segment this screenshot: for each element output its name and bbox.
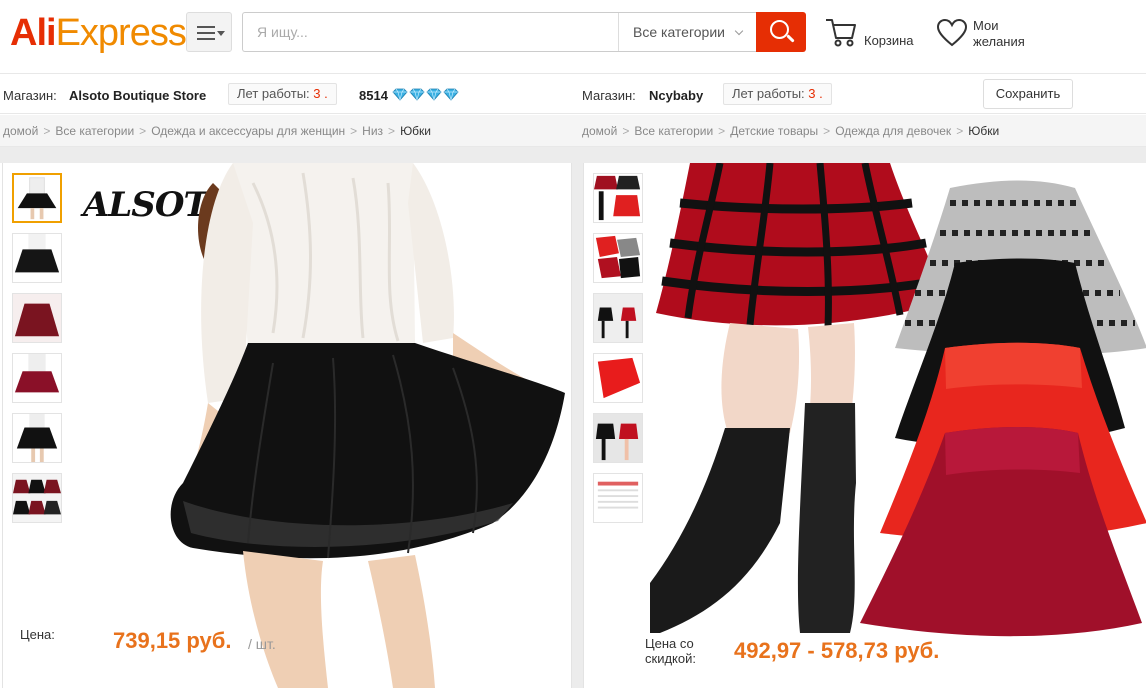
- cart-icon: [826, 19, 856, 47]
- left-product-main-image[interactable]: [153, 163, 572, 688]
- product-thumbnail[interactable]: [12, 473, 62, 523]
- right-store-years-badge: Лет работы: 3 .: [723, 83, 832, 105]
- store-info-bar: Магазин: Alsoto Boutique Store Лет работ…: [0, 74, 1146, 114]
- aliexpress-logo[interactable]: AliExpress™: [10, 12, 197, 55]
- cart-label: Корзина: [864, 33, 914, 48]
- product-thumbnail[interactable]: [12, 293, 62, 343]
- product-thumbnail[interactable]: [593, 413, 643, 463]
- left-breadcrumb: домой > Все категории > Одежда и аксессуары …: [3, 124, 432, 138]
- hamburger-icon: [197, 26, 215, 40]
- product-thumbnail[interactable]: [593, 173, 643, 223]
- product-thumbnail[interactable]: [593, 473, 643, 523]
- categories-menu-button[interactable]: [186, 12, 232, 52]
- left-price-unit: / шт.: [248, 636, 276, 652]
- chevron-down-icon: [734, 26, 744, 36]
- product-thumbnail[interactable]: [593, 293, 643, 343]
- breadcrumb-link[interactable]: Детские товары: [730, 124, 818, 138]
- breadcrumb-link[interactable]: Все категории: [634, 124, 713, 138]
- left-store-years-badge: Лет работы: 3 .: [228, 83, 337, 105]
- product-thumbnail[interactable]: [593, 353, 643, 403]
- search-input[interactable]: [243, 13, 617, 51]
- diamond-icon: [443, 88, 459, 101]
- diamond-icon: [409, 88, 425, 101]
- breadcrumb-link[interactable]: домой: [3, 124, 38, 138]
- wishlist-label: Мои желания: [973, 18, 1025, 49]
- right-thumbnail-list: [593, 173, 643, 533]
- right-store-name[interactable]: Ncybaby: [649, 88, 703, 103]
- breadcrumb-current: Юбки: [400, 124, 432, 138]
- left-thumbnail-list: [12, 173, 62, 533]
- breadcrumb-link[interactable]: Низ: [362, 124, 383, 138]
- product-thumbnail[interactable]: [12, 413, 62, 463]
- left-product-panel: ALSOTO® Цена: 739,15 руб. / шт.: [2, 163, 572, 688]
- breadcrumb-link[interactable]: Одежда для девочек: [835, 124, 951, 138]
- breadcrumb-link[interactable]: домой: [582, 124, 617, 138]
- save-store-button[interactable]: Сохранить: [983, 79, 1073, 109]
- search-bar: Все категории: [242, 12, 756, 52]
- breadcrumb-link[interactable]: Одежда и аксессуары для женщин: [151, 124, 345, 138]
- heart-icon: [936, 18, 968, 47]
- left-store-label: Магазин:: [3, 88, 57, 103]
- right-product-panel: Цена со скидкой: 492,97 - 578,73 руб.: [583, 163, 1146, 688]
- diamond-icon: [392, 88, 408, 101]
- right-product-main-image[interactable]: [650, 163, 1146, 688]
- diamond-icon: [426, 88, 442, 101]
- product-thumbnail[interactable]: [593, 233, 643, 283]
- right-price-label: Цена со скидкой:: [641, 634, 700, 668]
- breadcrumb-link[interactable]: Все категории: [55, 124, 134, 138]
- category-select-label: Все категории: [633, 24, 725, 40]
- right-price-value: 492,97 - 578,73 руб.: [734, 638, 946, 664]
- category-select[interactable]: Все категории: [618, 13, 756, 51]
- left-store-rating: 8514: [359, 88, 388, 103]
- left-price-label: Цена:: [20, 627, 55, 642]
- product-thumbnail[interactable]: [12, 353, 62, 403]
- breadcrumb-bar: домой > Все категории > Одежда и аксессуары …: [0, 115, 1146, 147]
- right-breadcrumb: домой > Все категории > Детские товары > Одежд…: [582, 124, 1000, 138]
- right-store-label: Магазин:: [582, 88, 636, 103]
- breadcrumb-current: Юбки: [968, 124, 1000, 138]
- search-button[interactable]: [756, 12, 806, 52]
- site-header: AliExpress™ Все категории Корзина Мои же…: [0, 0, 1146, 74]
- product-thumbnail[interactable]: [12, 173, 62, 223]
- left-price-value: 739,15 руб.: [113, 628, 232, 653]
- product-thumbnail[interactable]: [12, 233, 62, 283]
- store-rating-diamonds: [392, 88, 460, 102]
- caret-down-icon: [217, 31, 225, 36]
- left-store-name[interactable]: Alsoto Boutique Store: [69, 88, 206, 103]
